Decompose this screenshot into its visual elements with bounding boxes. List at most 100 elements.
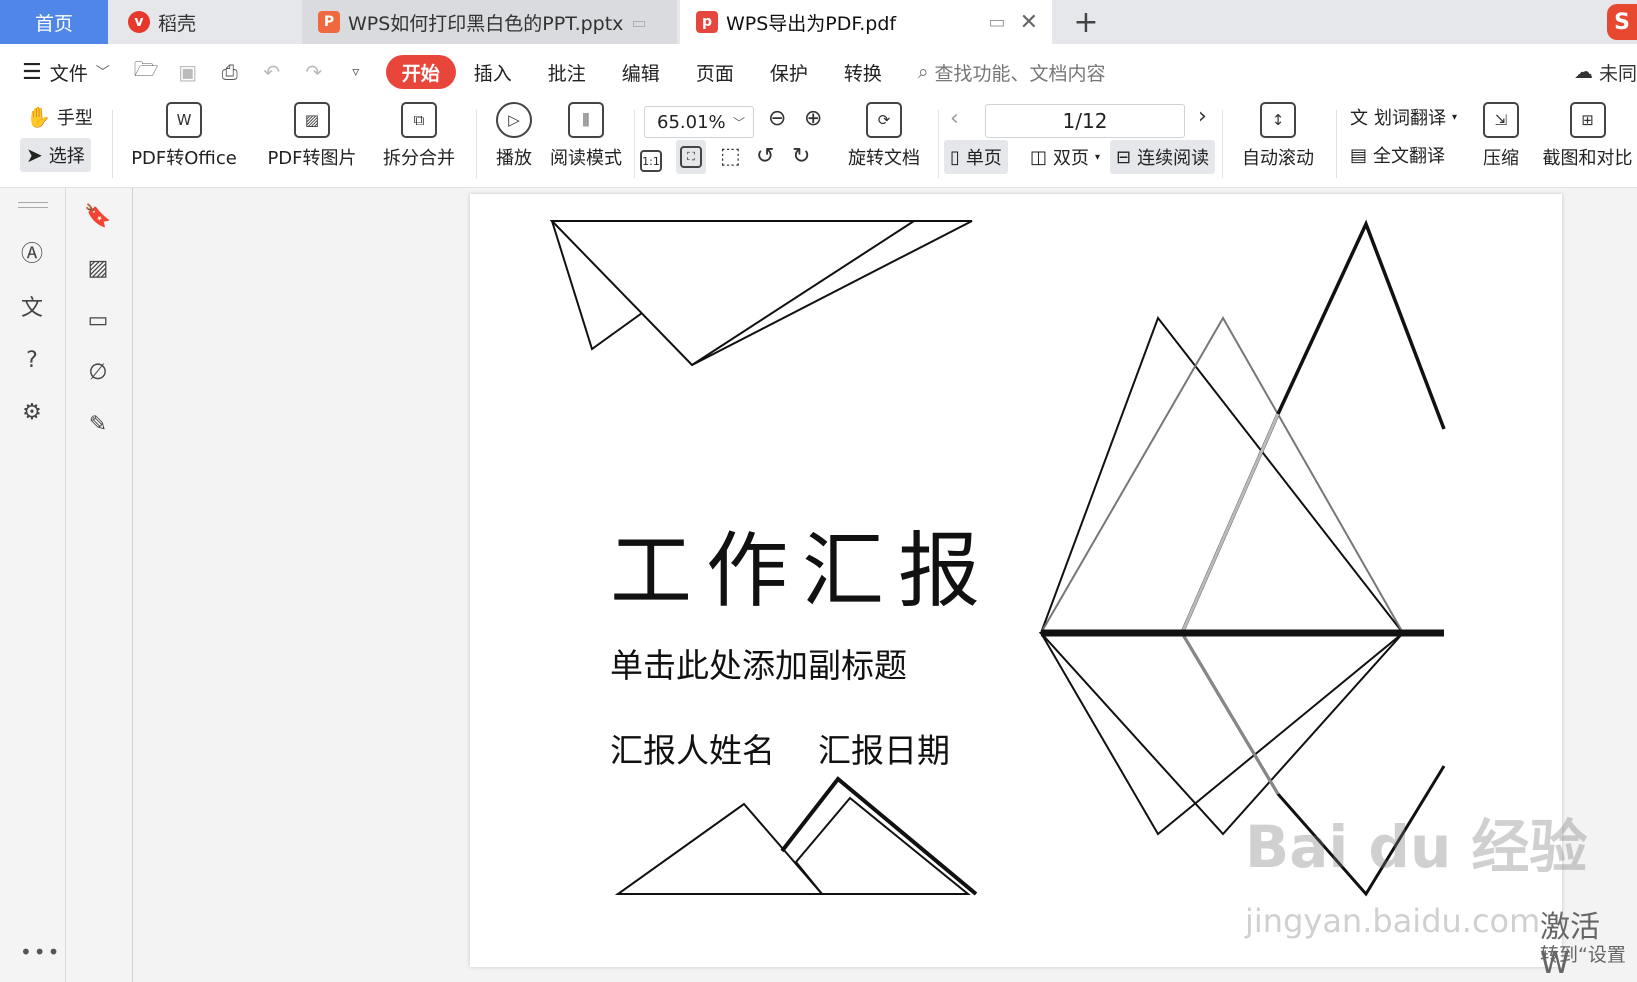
continuous-read-label: 连续阅读 xyxy=(1137,148,1210,169)
file-menu[interactable]: ☰ 文件 ﹀ xyxy=(22,59,110,86)
cloud-sync-label: 未同 xyxy=(1598,62,1637,85)
fit-width-icon[interactable]: ⬚ xyxy=(720,144,741,169)
split-merge-button[interactable]: ⧉ 拆分合并 xyxy=(374,102,464,170)
pdf-to-image-button[interactable]: ▨ PDF转图片 xyxy=(262,102,362,170)
select-tool-label: 选择 xyxy=(48,146,85,167)
quick-access-toolbar: 🗁 ▣ ⎙ ↶ ↷ ▿ xyxy=(134,55,368,89)
full-translate-label: 全文翻译 xyxy=(1373,146,1446,167)
tab-daoke[interactable]: v 稻壳 xyxy=(110,0,300,44)
slide-title: 工作汇报 xyxy=(610,524,995,619)
auto-scroll-button[interactable]: ↕ 自动滚动 xyxy=(1228,102,1328,170)
chevron-down-icon: ﹀ xyxy=(732,115,745,130)
compress-label: 压缩 xyxy=(1483,148,1519,169)
hamburger-icon: ☰ xyxy=(22,59,42,85)
zoom-value: 65.01% xyxy=(657,111,726,133)
close-icon[interactable]: ✕ xyxy=(1020,10,1038,35)
hand-tool-button[interactable]: ✋ 手型 xyxy=(20,100,99,134)
play-button[interactable]: ▷ 播放 xyxy=(484,102,544,170)
image-icon[interactable]: ▨ xyxy=(84,254,112,282)
triangle-cluster xyxy=(1038,219,1446,897)
find-text-icon[interactable]: Ⓐ xyxy=(18,238,46,267)
customize-icon[interactable]: ▿ xyxy=(344,64,368,80)
tab-home-label: 首页 xyxy=(34,12,73,35)
open-folder-icon[interactable]: 🗁 xyxy=(134,55,159,89)
menu-tab-convert[interactable]: 转换 xyxy=(826,55,900,89)
settings-sliders-icon[interactable]: ⚙ xyxy=(18,398,46,426)
tab-home[interactable]: 首页 xyxy=(0,0,108,44)
split-merge-icon: ⧉ xyxy=(401,102,437,138)
left-panel-rail: 🔖 ▨ ▭ ∅ ✎ xyxy=(66,188,133,982)
menu-tab-page[interactable]: 页面 xyxy=(678,55,752,89)
single-page-button[interactable]: ▯ 单页 xyxy=(944,140,1008,174)
translate-icon[interactable]: 文 xyxy=(18,292,46,321)
full-translate-button[interactable]: ▤ 全文翻译 xyxy=(1344,138,1451,172)
prev-page-icon[interactable]: ‹ xyxy=(950,106,959,131)
single-page-icon: ▯ xyxy=(950,146,960,168)
rotate-right-icon[interactable]: ↻ xyxy=(792,144,810,169)
fit-page-icon: ⛶ xyxy=(680,146,702,168)
pdf-to-office-label: PDF转Office xyxy=(131,148,237,169)
monitor-icon[interactable]: ▭ xyxy=(989,12,1006,33)
rotate-document-icon: ⟳ xyxy=(866,102,902,138)
search-placeholder: 查找功能、文档内容 xyxy=(934,62,1106,85)
select-tool-button[interactable]: ➤ 选择 xyxy=(20,138,91,172)
separator xyxy=(476,110,477,178)
read-mode-button[interactable]: ⫼ 阅读模式 xyxy=(548,102,624,170)
zoom-out-icon[interactable]: ⊖ xyxy=(768,106,786,131)
new-tab-button[interactable]: + xyxy=(1066,0,1106,44)
word-translate-button[interactable]: 文 划词翻译 ▾ xyxy=(1344,100,1463,134)
reporter-name: 汇报人姓名 xyxy=(610,731,775,770)
page-number-input[interactable]: 1/12 xyxy=(985,104,1185,138)
bookmark-icon[interactable]: 🔖 xyxy=(84,202,112,230)
rotate-document-button[interactable]: ⟳ 旋转文档 xyxy=(838,102,930,170)
book-icon: ⫼ xyxy=(568,102,604,138)
redo-icon[interactable]: ↷ xyxy=(302,60,326,84)
attachment-icon[interactable]: ∅ xyxy=(84,358,112,386)
tab-daoke-label: 稻壳 xyxy=(158,12,197,35)
activate-windows-subtext: 转到“设置 xyxy=(1540,944,1626,966)
search-icon: ⌕ xyxy=(917,61,929,83)
more-icon[interactable]: ••• xyxy=(20,940,61,964)
menu-tab-insert[interactable]: 插入 xyxy=(456,55,530,89)
wps-logo-icon: S xyxy=(1607,4,1637,40)
file-menu-label: 文件 xyxy=(49,62,88,85)
menu-tab-edit[interactable]: 编辑 xyxy=(604,55,678,89)
auto-scroll-icon: ↕ xyxy=(1260,102,1296,138)
double-page-button[interactable]: ◫ 双页 ▾ xyxy=(1024,140,1106,174)
read-mode-label: 阅读模式 xyxy=(550,148,622,169)
screenshot-compare-button[interactable]: ⊞ 截图和对比 xyxy=(1538,102,1637,170)
signature-icon[interactable]: ✎ xyxy=(84,410,112,438)
tab-bar: 首页 v 稻壳 P WPS如何打印黑白色的PPT.pptx ▭ p WPS导出为… xyxy=(0,0,1637,44)
save-icon[interactable]: ▣ xyxy=(176,60,200,84)
pdf-to-image-label: PDF转图片 xyxy=(267,148,357,169)
menu-tab-start[interactable]: 开始 xyxy=(385,55,456,89)
full-translate-icon: ▤ xyxy=(1350,144,1368,166)
tab-pptx[interactable]: P WPS如何打印黑白色的PPT.pptx ▭ xyxy=(302,0,677,44)
undo-icon[interactable]: ↶ xyxy=(260,60,284,84)
comment-icon[interactable]: ▭ xyxy=(84,306,112,334)
separator xyxy=(1336,110,1337,178)
actual-size-button[interactable]: 1:1 xyxy=(640,144,662,178)
search-box[interactable]: ⌕ 查找功能、文档内容 xyxy=(918,59,1106,86)
fit-page-button[interactable]: ⛶ xyxy=(676,140,706,174)
continuous-read-button[interactable]: ⊟ 连续阅读 xyxy=(1110,140,1216,174)
next-page-icon[interactable]: › xyxy=(1198,104,1207,129)
actual-size-icon: 1:1 xyxy=(640,150,662,172)
paper-plane-shape xyxy=(549,220,973,367)
hand-tool-label: 手型 xyxy=(56,108,93,129)
help-icon[interactable]: ? xyxy=(18,346,46,374)
tab-pdf[interactable]: p WPS导出为PDF.pdf ▭ ✕ xyxy=(680,0,1052,44)
zoom-in-icon[interactable]: ⊕ xyxy=(804,106,822,131)
print-icon[interactable]: ⎙ xyxy=(218,60,242,84)
baidu-watermark-url: jingyan.baidu.com xyxy=(1245,902,1541,940)
menu-tab-protect[interactable]: 保护 xyxy=(752,55,826,89)
rotate-left-icon[interactable]: ↺ xyxy=(756,144,774,169)
auto-scroll-label: 自动滚动 xyxy=(1242,148,1314,169)
pdf-to-office-button[interactable]: W PDF转Office xyxy=(122,102,246,170)
drag-handle[interactable] xyxy=(18,202,48,208)
zoom-select[interactable]: 65.01% ﹀ xyxy=(644,106,754,138)
menu-tab-annotate[interactable]: 批注 xyxy=(530,55,604,89)
compress-icon: ⇲ xyxy=(1483,102,1519,138)
cloud-sync-status[interactable]: ☁ 未同 xyxy=(1574,44,1637,100)
compress-button[interactable]: ⇲ 压缩 xyxy=(1472,102,1530,170)
